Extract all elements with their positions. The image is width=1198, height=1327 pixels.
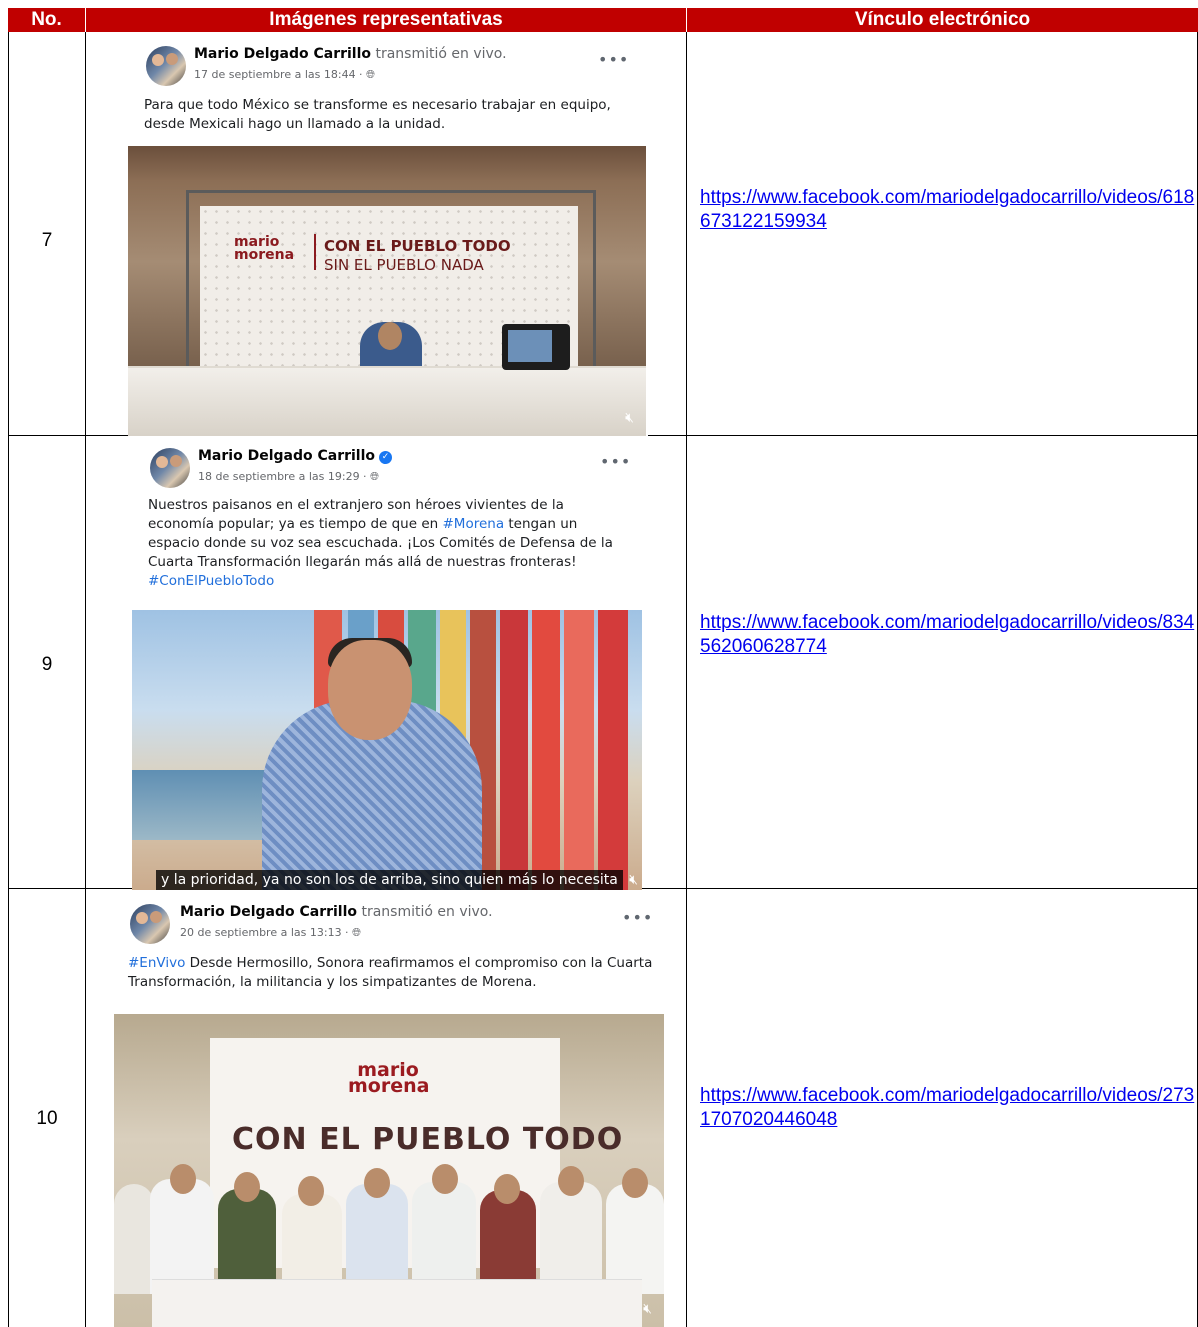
facebook-post: Mario Delgado Carrillo transmitió en viv…: [128, 36, 648, 436]
video-link[interactable]: https://www.facebook.com/mariodelgadocar…: [700, 186, 1195, 234]
row-number: 9: [41, 654, 53, 675]
avatar: [130, 904, 170, 944]
post-author: Mario Delgado Carrillo transmitió en viv…: [194, 46, 507, 62]
evidence-table: No. Imágenes representativas Vínculo ele…: [8, 8, 1198, 1327]
more-options-icon[interactable]: •••: [598, 50, 629, 69]
banner-slogan: CON EL PUEBLO TODO: [232, 1122, 624, 1157]
post-text: Nuestros paisanos en el extranjero son h…: [148, 497, 613, 589]
hashtag-link[interactable]: #EnVivo: [128, 955, 185, 971]
video-thumbnail[interactable]: mario morena CON EL PUEBLO TODO SIN EL P…: [128, 146, 646, 436]
video-caption: y la prioridad, ya no son los de arriba,…: [156, 870, 623, 890]
header-link: Vínculo electrónico: [687, 8, 1198, 32]
post-text: Para que todo México se transforme es ne…: [144, 97, 611, 132]
facebook-post: Mario Delgado Carrillo ✓ 18 de septiembre…: [132, 438, 642, 896]
banner-brand: mario morena: [348, 1059, 430, 1097]
hashtag-link[interactable]: #ConElPuebloTodo: [148, 573, 274, 589]
row-number: 7: [41, 230, 53, 251]
banner-slogan: SIN EL PUEBLO NADA: [324, 256, 484, 274]
post-author: Mario Delgado Carrillo transmitió en viv…: [180, 904, 493, 920]
avatar: [146, 46, 186, 86]
post-date: 20 de septiembre a las 13:13 · 🌐︎: [180, 926, 361, 939]
video-link[interactable]: https://www.facebook.com/mariodelgadocar…: [700, 611, 1195, 659]
post-date: 18 de septiembre a las 19:29 · 🌐︎: [198, 470, 379, 483]
avatar: [150, 448, 190, 488]
volume-icon[interactable]: 🔇︎: [629, 872, 638, 888]
verified-icon: ✓: [379, 451, 393, 464]
video-thumbnail[interactable]: y la prioridad, ya no son los de arriba,…: [132, 610, 642, 896]
globe-icon: 🌐︎: [366, 68, 375, 81]
header-images: Imágenes representativas: [86, 8, 686, 32]
globe-icon: 🌐︎: [370, 470, 379, 483]
hashtag-link[interactable]: #Morena: [442, 516, 504, 532]
video-thumbnail[interactable]: mario morena CON EL PUEBLO TODO 🔇︎: [114, 1014, 664, 1327]
header-no: No.: [8, 8, 85, 32]
facebook-post: Mario Delgado Carrillo transmitió en viv…: [104, 890, 664, 1327]
post-author: Mario Delgado Carrillo ✓: [198, 448, 393, 464]
post-text: #EnVivo Desde Hermosillo, Sonora reafirm…: [128, 955, 653, 990]
post-date: 17 de septiembre a las 18:44 · 🌐︎: [194, 68, 375, 81]
globe-icon: 🌐︎: [352, 926, 361, 939]
row-number: 10: [36, 1108, 58, 1129]
volume-icon[interactable]: 🔇︎: [625, 410, 634, 426]
more-options-icon[interactable]: •••: [600, 452, 631, 471]
banner-slogan: CON EL PUEBLO TODO: [324, 237, 511, 255]
video-link[interactable]: https://www.facebook.com/mariodelgadocar…: [700, 1084, 1195, 1132]
more-options-icon[interactable]: •••: [622, 908, 653, 927]
banner-brand: mario morena: [234, 234, 295, 263]
volume-icon[interactable]: 🔇︎: [643, 1301, 652, 1317]
